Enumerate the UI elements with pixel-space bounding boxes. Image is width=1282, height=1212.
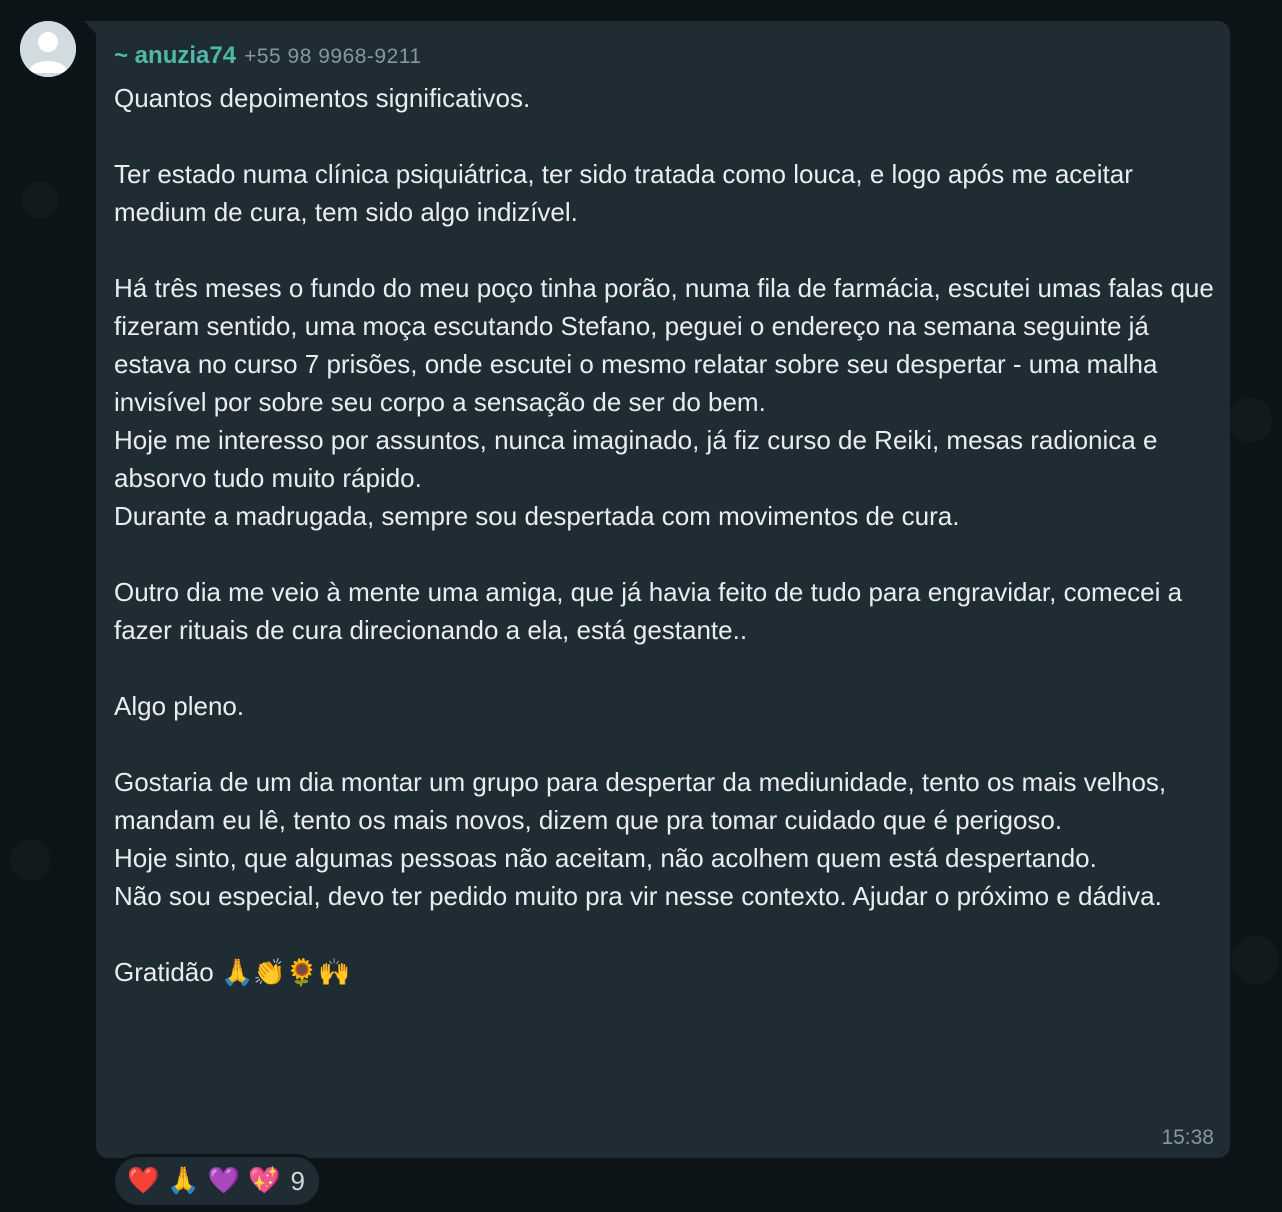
message-line: Ter estado numa clínica psiquiátrica, te… <box>114 159 1141 227</box>
message-text: Quantos depoimentos significativos. Ter … <box>114 79 1224 992</box>
message-line: Hoje sinto, que algumas pessoas não acei… <box>114 843 1097 873</box>
reactions-pill[interactable]: ❤️ 🙏 💜 💖 9 <box>112 1154 322 1208</box>
message-line-blank <box>114 649 1224 687</box>
pray-reaction-icon: 🙏 <box>167 1166 200 1196</box>
message-line: Há três meses o fundo do meu poço tinha … <box>114 273 1222 417</box>
raised-hands-emoji-icon: 🙌 <box>318 958 351 988</box>
message-timestamp: 15:38 <box>1161 1126 1214 1149</box>
sender-phone: +55 98 9968-9211 <box>244 45 422 68</box>
pray-emoji-icon: 🙏 <box>220 958 254 988</box>
message-line: Gostaria de um dia montar um grupo para … <box>114 767 1174 835</box>
reaction-count: 9 <box>290 1165 305 1196</box>
sender-avatar-icon[interactable] <box>20 21 76 77</box>
message-line: Durante a madrugada, sempre sou desperta… <box>114 501 960 531</box>
sunflower-emoji-icon: 🌻 <box>285 958 319 988</box>
message-line: Hoje me interesso por assuntos, nunca im… <box>114 425 1165 493</box>
message-line-blank <box>114 915 1224 953</box>
message-line: Quantos depoimentos significativos. <box>114 83 531 113</box>
message-sender: ~ anuzia74 +55 98 9968-9211 <box>114 41 422 72</box>
message-bubble[interactable]: ~ anuzia74 +55 98 9968-9211 Quantos depoi… <box>96 21 1230 1158</box>
clap-emoji-icon: 👏 <box>253 958 286 988</box>
message-line: Não sou especial, devo ter pedido muito … <box>114 881 1162 911</box>
message-line: Outro dia me veio à mente uma amiga, que… <box>114 577 1190 645</box>
message-closing-line: Gratidão 🙏👏🌻🙌 <box>114 953 1224 992</box>
message-line-blank <box>114 535 1224 573</box>
message-closing: Gratidão <box>114 957 214 987</box>
sparkling-heart-reaction-icon: 💖 <box>248 1166 281 1196</box>
message-line-blank <box>114 725 1224 763</box>
sender-name[interactable]: ~ anuzia74 <box>114 42 236 69</box>
purple-heart-reaction-icon: 💜 <box>207 1166 241 1196</box>
message-line-blank <box>114 117 1224 155</box>
message-line-blank <box>114 231 1224 269</box>
red-heart-reaction-icon: ❤️ <box>127 1166 160 1196</box>
message-line: Algo pleno. <box>114 691 245 721</box>
